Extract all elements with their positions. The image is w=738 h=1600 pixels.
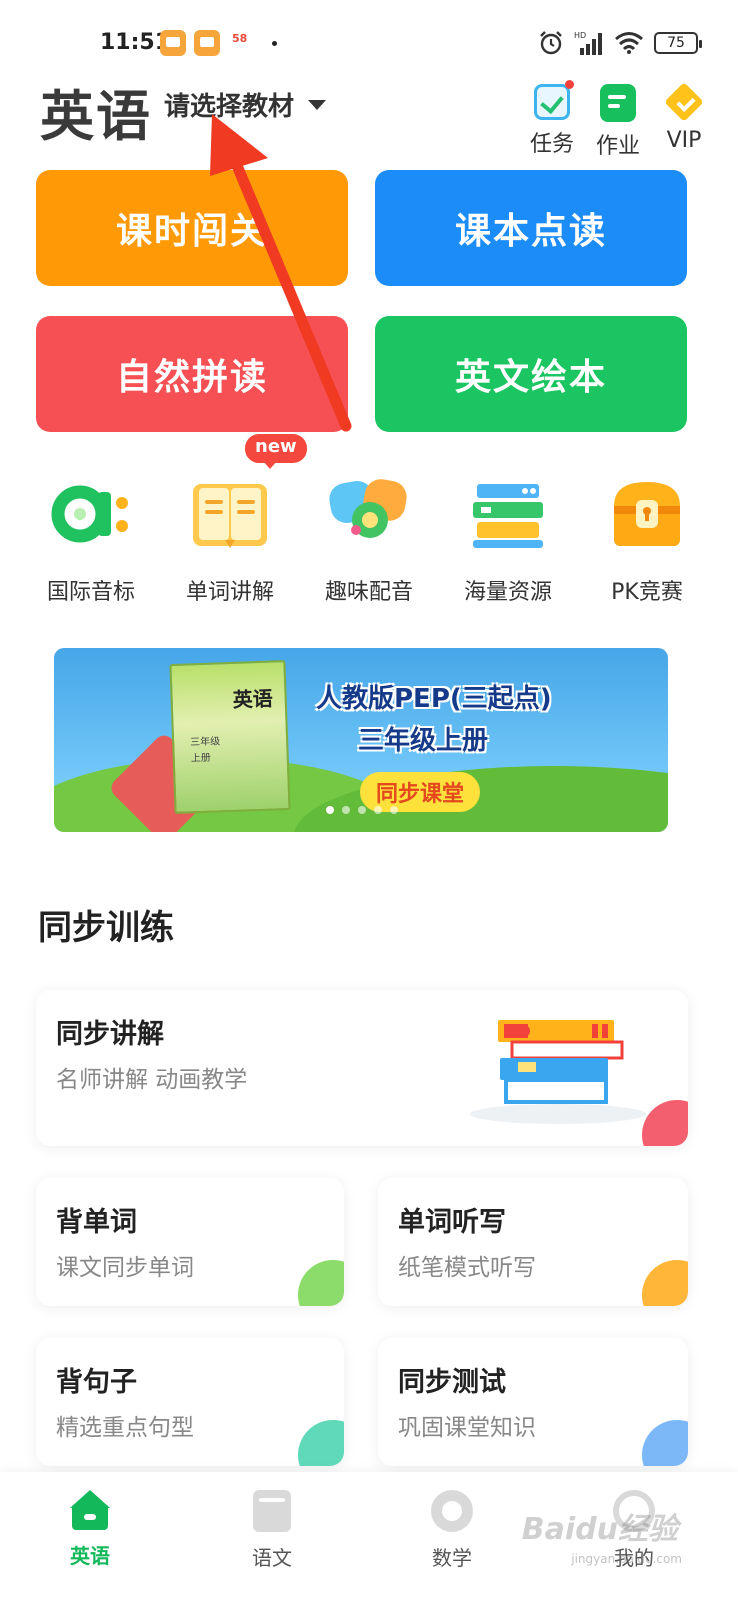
subject-title: 英语 [40, 85, 152, 148]
more-notifications-dot [272, 41, 277, 46]
vip-button[interactable]: VIP [660, 84, 708, 160]
vip-diamond-icon [664, 84, 704, 122]
open-book-icon [193, 484, 267, 548]
memorize-sentences-card[interactable]: 背句子 精选重点句型 [36, 1338, 344, 1466]
dropdown-triangle-icon [308, 99, 327, 110]
banner-title-line1: 人教版PEP(三起点) [316, 684, 552, 714]
new-badge: new [245, 434, 307, 469]
textbook-cover-grade: 三年级 [189, 736, 221, 749]
feature-label: PK竞赛 [611, 580, 683, 605]
dubbing-icon [329, 479, 407, 538]
feature-label: 趣味配音 [324, 580, 413, 605]
memorize-words-card[interactable]: 背单词 课文同步单词 [36, 1178, 344, 1306]
books-illustration-icon [470, 1020, 646, 1124]
app-58-icon: 58 [232, 32, 248, 45]
book-icon [253, 1490, 291, 1532]
section-title: 同步训练 [36, 900, 184, 949]
feature-label: 单词讲解 [185, 580, 274, 605]
card-subtitle: 名师讲解 动画教学 [56, 1067, 248, 1093]
card-corner-decoration [298, 1420, 344, 1466]
alarm-icon [540, 31, 562, 55]
word-dictation-card[interactable]: 单词听写 纸笔模式听写 [378, 1178, 688, 1306]
homework-label: 作业 [595, 134, 640, 159]
homework-icon [600, 84, 636, 122]
banner-pagination [326, 806, 398, 814]
notification-icon [194, 30, 220, 56]
card-corner-decoration [642, 1260, 688, 1306]
battery-level: 75 [667, 35, 685, 51]
nav-chinese[interactable]: 语文 [222, 1490, 322, 1571]
textbook-cover-volume: 上册 [190, 752, 211, 765]
top-actions: 任务 作业 VIP [528, 80, 708, 160]
feature-label: 国际音标 [46, 580, 135, 605]
card-corner-decoration [642, 1420, 688, 1466]
nav-label: 英语 [70, 1544, 110, 1568]
phonics-button[interactable]: 自然拼读 [36, 316, 348, 432]
status-right: HD 75 [538, 28, 702, 58]
status-bar: 11:51 58 HD 75 [0, 0, 738, 80]
vip-label: VIP [666, 128, 702, 153]
banner-title-line2: 三年级上册 [358, 726, 489, 756]
card-title: 同步讲解 [56, 1019, 164, 1050]
feature-phonetics[interactable]: 国际音标 [22, 470, 160, 606]
lesson-challenge-button[interactable]: 课时闯关 [36, 170, 348, 286]
book-stack-icon [473, 484, 543, 548]
card-title: 单词听写 [398, 1207, 506, 1238]
nav-label: 数学 [432, 1546, 472, 1570]
task-check-icon [534, 80, 574, 120]
nav-english[interactable]: 英语 [40, 1490, 140, 1569]
nav-label: 语文 [252, 1546, 292, 1570]
watermark-url: jingyan.baidu.com [571, 1552, 682, 1566]
sync-test-card[interactable]: 同步测试 巩固课堂知识 [378, 1338, 688, 1466]
banner-dot [342, 806, 350, 814]
unread-dot [565, 80, 574, 89]
card-title: 背单词 [56, 1207, 137, 1238]
banner-dot [374, 806, 382, 814]
task-label: 任务 [529, 132, 574, 157]
card-subtitle: 纸笔模式听写 [398, 1255, 536, 1281]
signal-icon: HD [574, 31, 602, 55]
task-button[interactable]: 任务 [528, 80, 576, 160]
banner-dot [358, 806, 366, 814]
notification-icon [160, 30, 186, 56]
picture-book-button[interactable]: 英文绘本 [375, 316, 687, 432]
banner-dot [326, 806, 334, 814]
card-corner-decoration [642, 1100, 688, 1146]
feature-row: 国际音标 new 单词讲解 趣味配音 海量资源 PK竞赛 [22, 434, 716, 606]
card-subtitle: 课文同步单词 [56, 1255, 194, 1281]
textbook-selector-label: 请选择教材 [164, 92, 295, 122]
card-subtitle: 精选重点句型 [56, 1415, 194, 1441]
feature-word-explain[interactable]: new 单词讲解 [161, 434, 307, 606]
card-corner-decoration [298, 1260, 344, 1306]
feature-pk-contest[interactable]: PK竞赛 [578, 470, 716, 606]
feature-label: 海量资源 [463, 580, 552, 605]
treasure-chest-icon [614, 482, 680, 546]
textbook-cover-image: 英语 三年级 上册 [169, 660, 291, 814]
textbook-cover-title: 英语 [232, 686, 274, 712]
nav-math[interactable]: 数学 [402, 1490, 502, 1571]
wifi-icon [615, 32, 643, 54]
feature-resources[interactable]: 海量资源 [439, 470, 577, 606]
math-icon [431, 1490, 473, 1532]
promo-banner[interactable]: 英语 三年级 上册 人教版PEP(三起点) 三年级上册 同步课堂 [54, 648, 668, 832]
phonetic-icon [51, 485, 128, 543]
watermark: Baidu经验 [521, 1512, 678, 1547]
hd-label: HD [574, 31, 586, 40]
homework-button[interactable]: 作业 [594, 84, 642, 160]
banner-dot [390, 806, 398, 814]
home-icon [66, 1490, 114, 1530]
textbook-selector[interactable]: 请选择教材 [164, 86, 327, 123]
card-title: 同步测试 [398, 1367, 506, 1398]
battery-icon: 75 [654, 32, 702, 54]
card-title: 背句子 [56, 1367, 137, 1398]
card-subtitle: 巩固课堂知识 [398, 1415, 536, 1441]
textbook-reading-button[interactable]: 课本点读 [375, 170, 687, 286]
sync-explain-card[interactable]: 同步讲解 名师讲解 动画教学 [36, 990, 688, 1146]
feature-dubbing[interactable]: 趣味配音 [300, 470, 438, 606]
